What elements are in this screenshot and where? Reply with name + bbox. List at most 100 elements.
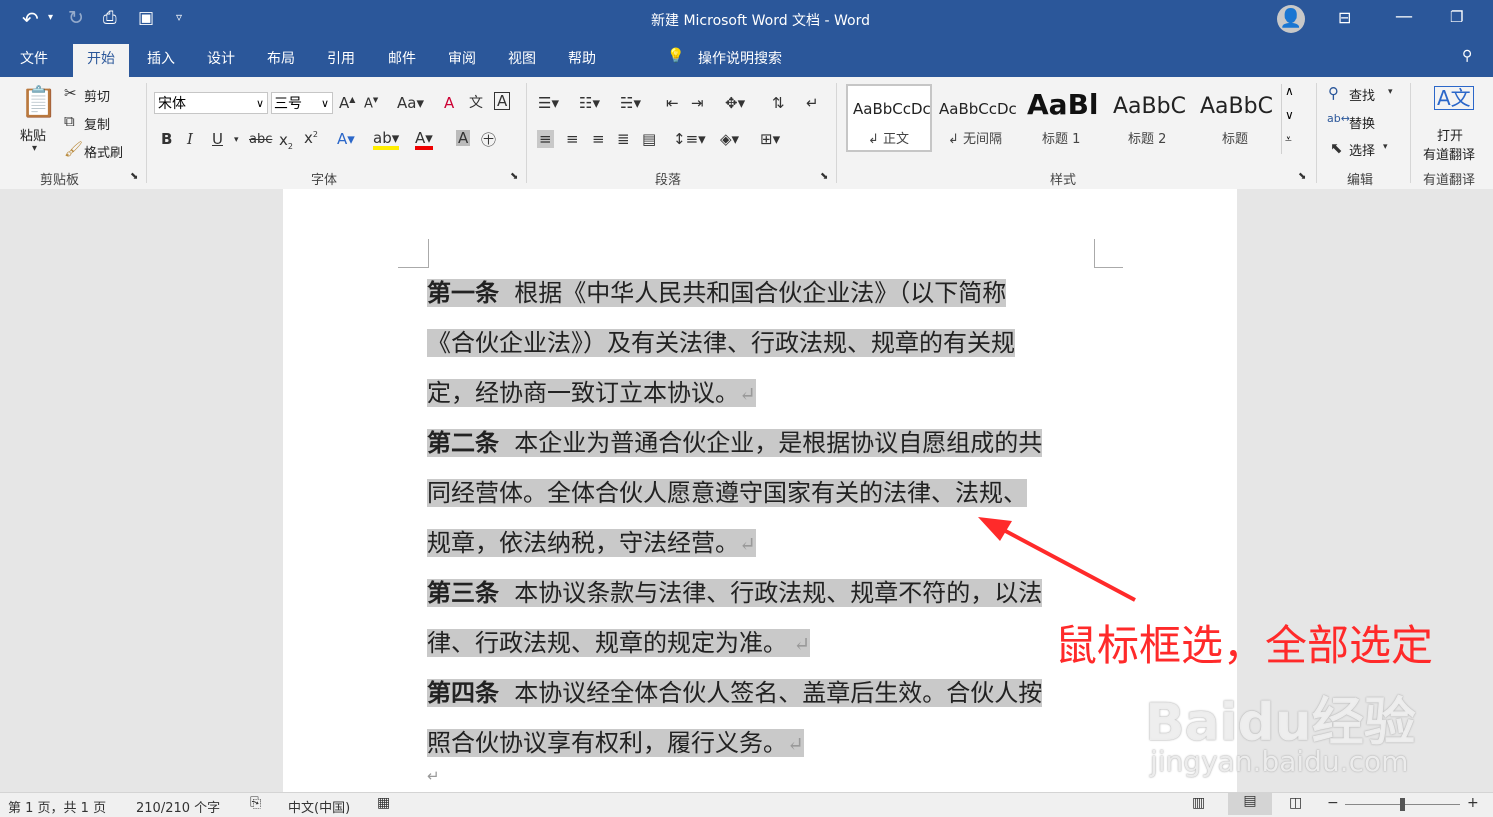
shrink-font-icon[interactable]: A▼ bbox=[364, 96, 378, 111]
font-size-box[interactable]: 三号 ∨ bbox=[271, 92, 333, 114]
multilevel-list-icon[interactable]: ☵▾ bbox=[620, 94, 641, 112]
open-translate-line1[interactable]: 打开 bbox=[1437, 125, 1463, 144]
align-right-icon[interactable]: ≡ bbox=[592, 130, 605, 148]
style-no-spacing[interactable]: AaBbCcDc ↲ 无间隔 bbox=[934, 84, 1020, 152]
language-status[interactable]: 中文(中国) bbox=[288, 797, 350, 816]
tab-review[interactable]: 审阅 bbox=[448, 48, 476, 68]
paste-dropdown-icon[interactable]: ▾ bbox=[32, 143, 37, 154]
phonetic-guide-icon[interactable]: 文 bbox=[469, 92, 483, 112]
doc-line[interactable]: 《合伙企业法》）及有关法律、行政法规、规章的有关规 bbox=[427, 318, 1015, 368]
underline-dropdown-icon[interactable]: ▾ bbox=[234, 135, 239, 145]
tab-insert[interactable]: 插入 bbox=[147, 48, 175, 68]
enclose-characters-icon[interactable]: ㊉ bbox=[481, 129, 496, 150]
doc-line[interactable]: 规章，依法纳税，守法经营。↵ bbox=[427, 518, 756, 568]
decrease-indent-icon[interactable]: ⇤ bbox=[666, 94, 679, 112]
scroll-up-icon[interactable]: ∧ bbox=[1285, 84, 1294, 98]
paste-icon[interactable]: 📋 bbox=[20, 85, 57, 120]
redo-icon[interactable]: ↻ bbox=[68, 7, 84, 29]
zoom-slider-thumb[interactable] bbox=[1400, 798, 1405, 811]
bullets-icon[interactable]: ☰▾ bbox=[538, 94, 559, 112]
styles-launcher-icon[interactable]: ⬊ bbox=[1298, 171, 1306, 182]
align-left-icon[interactable]: ≡ bbox=[537, 130, 554, 148]
user-avatar-icon[interactable]: 👤 bbox=[1277, 5, 1305, 33]
highlight-icon[interactable]: ab▾ bbox=[373, 130, 400, 150]
style-title[interactable]: AaBbC 标题 bbox=[1198, 84, 1278, 152]
scroll-down-icon[interactable]: ∨ bbox=[1285, 108, 1294, 122]
proofing-icon[interactable]: ⎘ bbox=[250, 795, 261, 811]
save-icon[interactable]: ▣ bbox=[138, 8, 154, 28]
doc-line[interactable]: 第二条 本企业为普通合伙企业，是根据协议自愿组成的共 bbox=[427, 418, 1043, 468]
macro-icon[interactable]: ▦ bbox=[377, 795, 390, 811]
font-name-box[interactable]: 宋体 ∨ bbox=[154, 92, 268, 114]
font-color-icon[interactable]: A▾ bbox=[415, 130, 433, 150]
doc-line[interactable]: 照合伙协议享有权利，履行义务。↵ bbox=[427, 718, 804, 768]
text-effects-icon[interactable]: A▾ bbox=[337, 130, 355, 148]
page-count[interactable]: 第 1 页，共 1 页 bbox=[8, 797, 106, 816]
tab-design[interactable]: 设计 bbox=[207, 48, 235, 68]
borders-icon[interactable]: ⊞▾ bbox=[760, 130, 780, 148]
justify-icon[interactable]: ≣ bbox=[617, 130, 630, 148]
tell-me-search[interactable]: 操作说明搜索 bbox=[698, 48, 782, 68]
tab-layout[interactable]: 布局 bbox=[267, 48, 295, 68]
tab-file[interactable]: 文件 bbox=[20, 48, 48, 68]
format-painter-button[interactable]: 格式刷 bbox=[84, 142, 123, 161]
paragraph-launcher-icon[interactable]: ⬊ bbox=[820, 171, 828, 182]
chevron-down-icon[interactable]: ∨ bbox=[256, 93, 264, 115]
read-mode-icon[interactable]: ▥ bbox=[1192, 795, 1205, 811]
web-layout-icon[interactable]: ◫ bbox=[1289, 795, 1302, 811]
more-styles-icon[interactable]: ⩡ bbox=[1285, 132, 1292, 147]
print-layout-icon[interactable]: ▤ bbox=[1228, 793, 1272, 815]
cut-button[interactable]: 剪切 bbox=[84, 86, 110, 105]
share-icon[interactable]: ⚲ bbox=[1462, 48, 1472, 64]
asian-layout-icon[interactable]: ✥▾ bbox=[725, 94, 745, 112]
clear-formatting-icon[interactable]: A bbox=[444, 94, 454, 112]
tab-mailings[interactable]: 邮件 bbox=[388, 48, 416, 68]
style-normal[interactable]: AaBbCcDc ↲ 正文 bbox=[846, 84, 932, 152]
minimize-icon[interactable]: — bbox=[1395, 6, 1413, 27]
style-heading-1[interactable]: AaBl 标题 1 bbox=[1022, 84, 1108, 152]
align-center-icon[interactable]: ≡ bbox=[566, 130, 579, 148]
chevron-down-icon[interactable]: ∨ bbox=[321, 93, 329, 115]
font-launcher-icon[interactable]: ⬊ bbox=[510, 171, 518, 182]
find-dropdown-icon[interactable]: ▾ bbox=[1388, 87, 1393, 97]
select-dropdown-icon[interactable]: ▾ bbox=[1383, 142, 1388, 152]
line-spacing-icon[interactable]: ↕≡▾ bbox=[673, 130, 706, 148]
zoom-out-icon[interactable]: − bbox=[1327, 795, 1339, 811]
doc-line[interactable]: 第三条 本协议条款与法律、行政法规、规章不符的，以法 bbox=[427, 568, 1043, 618]
strikethrough-icon[interactable]: abc bbox=[249, 132, 272, 147]
sort-icon[interactable]: ⇅ bbox=[772, 94, 785, 112]
increase-indent-icon[interactable]: ⇥ bbox=[691, 94, 704, 112]
show-marks-icon[interactable]: ↵ bbox=[806, 94, 819, 112]
doc-line[interactable]: 同经营体。全体合伙人愿意遵守国家有关的法律、法规、 bbox=[427, 468, 1027, 518]
open-translate-line2[interactable]: 有道翻译 bbox=[1423, 144, 1475, 163]
underline-icon[interactable]: U bbox=[212, 130, 223, 148]
word-count[interactable]: 210/210 个字 bbox=[136, 797, 220, 816]
subscript-icon[interactable]: x2 bbox=[279, 131, 293, 151]
doc-line[interactable]: 定，经协商一致订立本协议。↵ bbox=[427, 368, 756, 418]
tab-help[interactable]: 帮助 bbox=[568, 48, 596, 68]
select-button[interactable]: 选择 bbox=[1349, 140, 1375, 159]
style-heading-2[interactable]: AaBbC 标题 2 bbox=[1110, 84, 1196, 152]
find-button[interactable]: 查找 bbox=[1349, 85, 1375, 104]
tab-references[interactable]: 引用 bbox=[327, 48, 355, 68]
doc-line[interactable]: 律、行政法规、规章的规定为准。 ↵ bbox=[427, 618, 811, 668]
paste-button[interactable]: 粘贴 bbox=[20, 125, 46, 144]
character-shading-icon[interactable]: A bbox=[456, 130, 471, 146]
copy-button[interactable]: 复制 bbox=[84, 114, 110, 133]
tab-view[interactable]: 视图 bbox=[508, 48, 536, 68]
numbering-icon[interactable]: ☷▾ bbox=[579, 94, 600, 112]
character-border-icon[interactable]: A bbox=[494, 92, 511, 110]
doc-line[interactable]: 第一条 根据《中华人民共和国合伙企业法》（以下简称 bbox=[427, 268, 1007, 318]
undo-icon[interactable]: ↶ bbox=[22, 7, 39, 31]
customize-qat-icon[interactable]: ▿ bbox=[176, 10, 182, 24]
restore-icon[interactable]: ❐ bbox=[1450, 8, 1463, 26]
superscript-icon[interactable]: x2 bbox=[304, 129, 318, 147]
zoom-in-icon[interactable]: + bbox=[1467, 795, 1479, 811]
shading-icon[interactable]: ◈▾ bbox=[720, 130, 739, 148]
change-case-icon[interactable]: Aa▾ bbox=[397, 94, 424, 112]
doc-line[interactable]: 第四条 本协议经全体合伙人签名、盖章后生效。合伙人按 bbox=[427, 668, 1043, 718]
replace-button[interactable]: 替换 bbox=[1349, 113, 1375, 132]
distributed-icon[interactable]: ▤ bbox=[642, 130, 656, 148]
undo-dropdown-icon[interactable]: ▾ bbox=[48, 12, 53, 23]
italic-icon[interactable]: I bbox=[187, 130, 193, 148]
